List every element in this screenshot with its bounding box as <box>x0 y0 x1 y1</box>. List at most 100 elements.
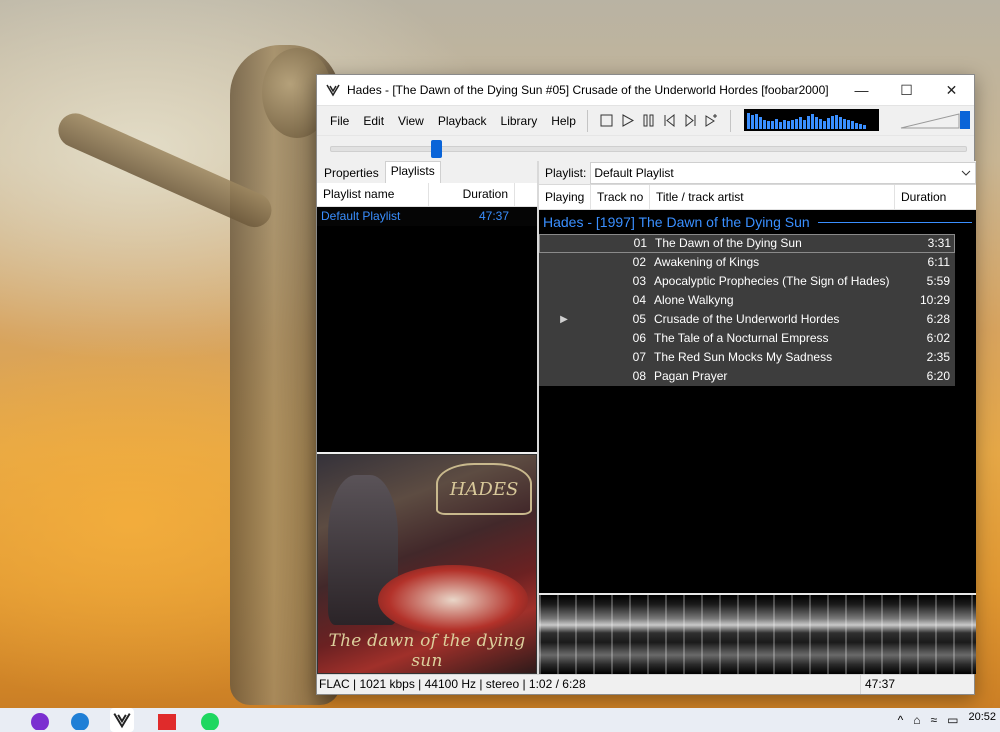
foobar-app-icon <box>325 82 341 98</box>
menu-edit[interactable]: Edit <box>356 107 391 135</box>
track-title: Crusade of the Underworld Hordes <box>654 312 840 326</box>
column-track-no[interactable]: Track no <box>591 185 650 209</box>
track-title: The Tale of a Nocturnal Empress <box>654 331 829 345</box>
track-row[interactable]: 04 Alone Walkyng 10:29 <box>539 291 955 310</box>
album-group-header: Hades - [1997] The Dawn of the Dying Sun <box>539 210 976 234</box>
visualizer-bar <box>839 117 842 129</box>
previous-icon <box>664 114 675 127</box>
pause-button[interactable] <box>638 110 659 132</box>
visualizer-bar <box>747 113 750 129</box>
track-row[interactable]: 07 The Red Sun Mocks My Sadness 2:35 <box>539 348 955 367</box>
track-list: 01 The Dawn of the Dying Sun 3:31 02 Awakeni… <box>539 234 955 386</box>
menu-view[interactable]: View <box>391 107 431 135</box>
window-title: Hades - [The Dawn of the Dying Sun #05] … <box>347 83 829 97</box>
album-art: HADES The dawn of the dying sun <box>317 454 537 674</box>
next-icon <box>685 114 696 127</box>
random-button[interactable] <box>701 110 722 132</box>
album-art-body <box>378 565 528 635</box>
track-row[interactable]: ▶ 05 Crusade of the Underworld Hordes 6:28 <box>539 310 955 329</box>
tab-properties[interactable]: Properties <box>318 163 385 183</box>
taskbar-app-foobar[interactable] <box>110 708 134 732</box>
track-row[interactable]: 06 The Tale of a Nocturnal Empress 6:02 <box>539 329 955 348</box>
visualizer-bar <box>827 118 830 129</box>
track-title: Apocalyptic Prophecies (The Sign of Hade… <box>654 274 890 288</box>
app-square-icon <box>158 714 176 730</box>
visualizer-bar <box>851 121 854 129</box>
toolbar-separator-2 <box>729 109 731 132</box>
next-button[interactable] <box>680 110 701 132</box>
visualizer-bar <box>771 121 774 129</box>
tab-playlists[interactable]: Playlists <box>384 161 441 183</box>
visualizer-bar <box>799 117 802 129</box>
playlist-dropdown[interactable]: Default Playlist <box>590 161 976 184</box>
track-duration: 6:11 <box>927 255 950 269</box>
close-button[interactable]: ✕ <box>929 75 974 105</box>
status-info: FLAC | 1021 kbps | 44100 Hz | stereo | 1… <box>319 677 586 691</box>
wifi-icon[interactable]: ≈ <box>931 713 938 727</box>
clock[interactable]: 20:52 <box>968 711 996 723</box>
column-playing[interactable]: Playing <box>539 185 591 209</box>
visualizer-bar <box>807 116 810 129</box>
track-row[interactable]: 08 Pagan Prayer 6:20 <box>539 367 955 386</box>
app-circle-icon <box>31 713 49 730</box>
album-art-caption: The dawn of the dying sun <box>328 631 526 671</box>
usb-icon[interactable]: ⌂ <box>913 713 920 727</box>
track-row[interactable]: 01 The Dawn of the Dying Sun 3:31 <box>539 234 955 253</box>
playlist-columns: Playing Track no Title / track artist Du… <box>539 185 976 210</box>
play-button[interactable] <box>617 110 638 132</box>
visualizer-bar <box>835 115 838 129</box>
column-track-duration[interactable]: Duration <box>895 185 955 209</box>
menu-toolbar-row: File Edit View Playback Library Help <box>317 105 974 135</box>
visualizer-bar <box>847 120 850 129</box>
chevron-down-icon <box>961 167 971 181</box>
chevron-up-icon[interactable]: ^ <box>898 713 904 727</box>
track-title: Alone Walkyng <box>654 293 734 307</box>
playing-indicator <box>539 253 589 272</box>
column-title[interactable]: Title / track artist <box>650 185 895 209</box>
taskbar-app-spotify[interactable] <box>198 708 222 732</box>
playlist-row[interactable]: Default Playlist 47:37 <box>317 207 537 226</box>
track-row[interactable]: 02 Awakening of Kings 6:11 <box>539 253 955 272</box>
taskbar-app-red[interactable] <box>155 708 179 732</box>
system-tray: ^ ⌂ ≈ ▭ 20:52 <box>898 708 1000 732</box>
track-row[interactable]: 03 Apocalyptic Prophecies (The Sign of Ha… <box>539 272 955 291</box>
column-duration[interactable]: Duration <box>429 183 515 206</box>
toolbar-separator <box>586 109 588 132</box>
stop-button[interactable] <box>596 110 617 132</box>
previous-button[interactable] <box>659 110 680 132</box>
random-icon <box>705 113 718 127</box>
volume-thumb[interactable] <box>960 111 970 129</box>
battery-icon[interactable]: ▭ <box>947 713 958 727</box>
menu-help[interactable]: Help <box>544 107 583 135</box>
visualizer-bar <box>859 124 862 129</box>
track-duration: 5:59 <box>926 274 950 288</box>
transport-controls <box>592 110 722 132</box>
track-number: 06 <box>632 331 646 345</box>
track-duration: 6:28 <box>926 312 950 326</box>
taskbar-app-edge[interactable] <box>68 708 92 732</box>
visualizer-bar <box>831 116 834 129</box>
play-icon <box>622 114 634 127</box>
visualizer-bar <box>803 120 806 129</box>
group-header-text: Hades - [1997] The Dawn of the Dying Sun <box>543 214 810 230</box>
seek-bar[interactable] <box>330 139 967 158</box>
playlist-manager-list: Default Playlist 47:37 <box>317 207 537 452</box>
menu-file[interactable]: File <box>323 107 356 135</box>
menu-library[interactable]: Library <box>494 107 545 135</box>
visualizer-bar <box>767 121 770 129</box>
foobar-taskbar-icon <box>113 713 131 729</box>
volume-slider[interactable] <box>899 109 972 131</box>
playlist-switcher: Playlist: Default Playlist <box>539 161 976 185</box>
playlist-dropdown-value: Default Playlist <box>594 165 674 180</box>
minimize-button[interactable]: — <box>839 75 884 105</box>
visualizer-bar <box>759 117 762 129</box>
left-tabs: Properties Playlists <box>317 161 537 183</box>
seek-thumb[interactable] <box>431 139 442 158</box>
playing-indicator: ▶ <box>560 314 568 325</box>
title-bar: Hades - [The Dawn of the Dying Sun #05] … <box>317 75 974 105</box>
column-playlist-name[interactable]: Playlist name <box>317 183 429 206</box>
taskbar-app-purple[interactable] <box>28 708 52 732</box>
maximize-button[interactable]: ☐ <box>884 75 929 105</box>
spectrum-visualizer <box>744 109 879 131</box>
menu-playback[interactable]: Playback <box>431 107 494 135</box>
